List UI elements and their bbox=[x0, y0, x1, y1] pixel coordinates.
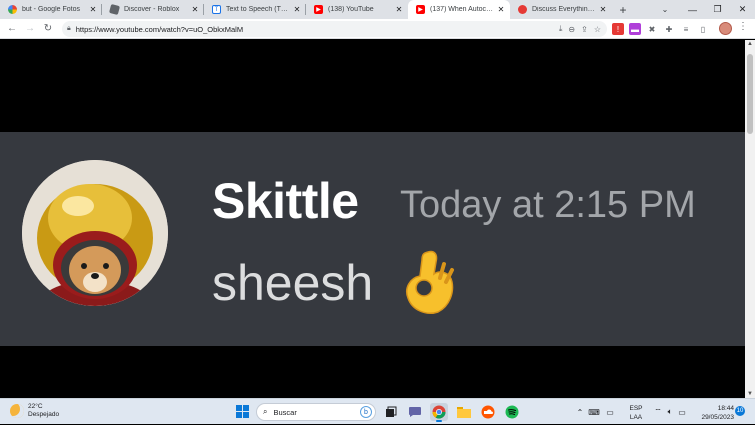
close-window-icon[interactable]: ✕ bbox=[730, 0, 755, 19]
language-code: ESP bbox=[629, 405, 643, 412]
bing-icon[interactable]: b bbox=[360, 406, 372, 418]
profile-avatar[interactable] bbox=[719, 22, 732, 35]
address-bar[interactable]: 🔒︎ https://www.youtube.com/watch?v=uO_Ob… bbox=[62, 21, 607, 37]
discuss-icon bbox=[518, 5, 527, 14]
video-player[interactable]: Skittle Today at 2:15 PM sheesh bbox=[0, 40, 745, 398]
spotify-icon[interactable] bbox=[503, 403, 521, 421]
extension-purple-icon[interactable]: ▬ bbox=[629, 23, 641, 35]
keyboard-icon[interactable]: ⌨ bbox=[586, 408, 602, 417]
volume-icon: 🔈︎ bbox=[667, 407, 673, 416]
search-placeholder: Buscar bbox=[273, 407, 297, 417]
system-tray: ⌃ ⌨ ▭ bbox=[574, 399, 618, 425]
tab-search-icon[interactable]: ⌄ bbox=[655, 0, 675, 19]
reload-icon[interactable]: ↻ bbox=[39, 20, 57, 38]
file-explorer-icon[interactable] bbox=[455, 403, 473, 421]
clock[interactable]: 18:44 29/05/2023 bbox=[694, 404, 734, 422]
share-icon[interactable]: ⇪ bbox=[581, 25, 588, 34]
window-controls: — ❐ ✕ bbox=[680, 0, 755, 19]
windows-taskbar: 22°C Despejado ⌕ Buscar b ⌃ ⌨ ▭ ESP LAA … bbox=[0, 398, 755, 424]
soundcloud-icon[interactable] bbox=[479, 403, 497, 421]
clock-time: 18:44 bbox=[717, 405, 734, 412]
message-text: sheesh bbox=[212, 255, 374, 311]
search-icon: ⌕ bbox=[263, 407, 268, 416]
weather-temp: 22°C bbox=[28, 403, 43, 410]
close-icon[interactable]: ✕ bbox=[190, 5, 200, 14]
forward-arrow-icon[interactable]: → bbox=[21, 20, 39, 38]
tab-youtube-137-active[interactable]: ▶ (137) When Autocorre ✕ bbox=[408, 0, 510, 19]
new-tab-button[interactable]: + bbox=[612, 0, 634, 19]
extensions-puzzle-icon[interactable]: ✚ bbox=[663, 23, 675, 35]
ok-hand-emoji-icon bbox=[406, 250, 454, 314]
wifi-icon: ⌔ bbox=[654, 407, 662, 416]
weather-desc: Despejado bbox=[28, 411, 60, 418]
tab-google-fotos[interactable]: but - Google Fotos ✕ bbox=[0, 0, 102, 19]
roblox-icon bbox=[108, 3, 121, 16]
discord-message: Skittle Today at 2:15 PM sheesh bbox=[0, 132, 745, 346]
close-icon[interactable]: ✕ bbox=[394, 5, 404, 14]
reading-list-icon[interactable]: ≡ bbox=[680, 23, 692, 35]
back-arrow-icon[interactable]: ← bbox=[3, 20, 21, 38]
menu-kebab-icon[interactable]: ⋮ bbox=[738, 21, 748, 32]
quick-settings[interactable]: ⌔ 🔈︎ ▭ bbox=[652, 399, 688, 425]
minimize-icon[interactable]: — bbox=[680, 0, 705, 19]
bookmark-star-icon[interactable]: ☆ bbox=[594, 25, 601, 34]
close-icon[interactable]: ✕ bbox=[88, 5, 98, 14]
tab-label: Discover - Roblox bbox=[124, 6, 180, 13]
url-text: https://www.youtube.com/watch?v=uO_ObkxM… bbox=[75, 24, 244, 34]
extension-tool-icon[interactable]: ✖ bbox=[646, 23, 658, 35]
zoom-icon[interactable]: ⊖ bbox=[568, 25, 575, 34]
page-scrollbar[interactable]: ▲ ▼ bbox=[745, 40, 755, 398]
youtube-icon: ▶ bbox=[416, 5, 425, 14]
keyboard-layout: LAA bbox=[629, 414, 643, 421]
install-app-icon[interactable]: ⤓ bbox=[559, 24, 563, 34]
tab-label: (138) YouTube bbox=[328, 6, 374, 13]
battery-icon: ▭ bbox=[678, 407, 686, 417]
tab-strip: but - Google Fotos ✕ Discover - Roblox ✕… bbox=[0, 0, 755, 19]
tab-label: but - Google Fotos bbox=[22, 6, 80, 13]
tab-text-to-speech[interactable]: T Text to Speech (TTS) ( ✕ bbox=[204, 0, 306, 19]
tab-label: (137) When Autocorre bbox=[430, 6, 496, 13]
restore-icon[interactable]: ❐ bbox=[705, 0, 730, 19]
tab-youtube-138[interactable]: ▶ (138) YouTube ✕ bbox=[306, 0, 408, 19]
tts-icon: T bbox=[212, 5, 221, 14]
scroll-up-icon[interactable]: ▲ bbox=[747, 41, 753, 47]
notification-badge[interactable]: 10 bbox=[735, 406, 745, 416]
language-indicator[interactable]: ESP LAA bbox=[626, 404, 646, 422]
windows-start-icon[interactable] bbox=[236, 405, 249, 418]
avatar bbox=[22, 160, 168, 306]
google-photos-icon bbox=[8, 5, 17, 14]
taskbar-search[interactable]: ⌕ Buscar b bbox=[256, 403, 376, 421]
scrollbar-thumb[interactable] bbox=[747, 54, 753, 134]
touch-keyboard-icon[interactable]: ▭ bbox=[602, 408, 618, 417]
astronaut-dog-avatar-icon bbox=[22, 160, 168, 306]
extensions-bar: ! ▬ ✖ ✚ ≡ ▯ bbox=[612, 19, 709, 39]
youtube-icon: ▶ bbox=[314, 5, 323, 14]
extension-red-icon[interactable]: ! bbox=[612, 23, 624, 35]
scroll-down-icon[interactable]: ▼ bbox=[747, 391, 753, 397]
task-view-icon[interactable] bbox=[382, 403, 400, 421]
message-timestamp: Today at 2:15 PM bbox=[400, 184, 696, 226]
username: Skittle bbox=[212, 173, 359, 229]
browser-toolbar: ← → ↻ 🔒︎ https://www.youtube.com/watch?v… bbox=[0, 19, 755, 39]
close-icon[interactable]: ✕ bbox=[598, 5, 608, 14]
clock-date: 29/05/2023 bbox=[701, 414, 734, 421]
teams-chat-icon[interactable] bbox=[406, 403, 424, 421]
chrome-taskbar-icon[interactable] bbox=[430, 403, 448, 422]
weather-widget[interactable]: 22°C Despejado bbox=[10, 403, 59, 419]
lock-icon: 🔒︎ bbox=[67, 25, 71, 32]
tab-roblox[interactable]: Discover - Roblox ✕ bbox=[102, 0, 204, 19]
tab-label: Text to Speech (TTS) ( bbox=[226, 6, 292, 13]
close-icon[interactable]: ✕ bbox=[292, 5, 302, 14]
moon-icon bbox=[10, 404, 24, 418]
tab-discuss-everything[interactable]: Discuss Everything Ab ✕ bbox=[510, 0, 612, 19]
chevron-up-icon[interactable]: ⌃ bbox=[574, 408, 586, 417]
tab-label: Discuss Everything Ab bbox=[532, 6, 598, 13]
side-panel-icon[interactable]: ▯ bbox=[697, 23, 709, 35]
close-icon[interactable]: ✕ bbox=[496, 5, 506, 14]
